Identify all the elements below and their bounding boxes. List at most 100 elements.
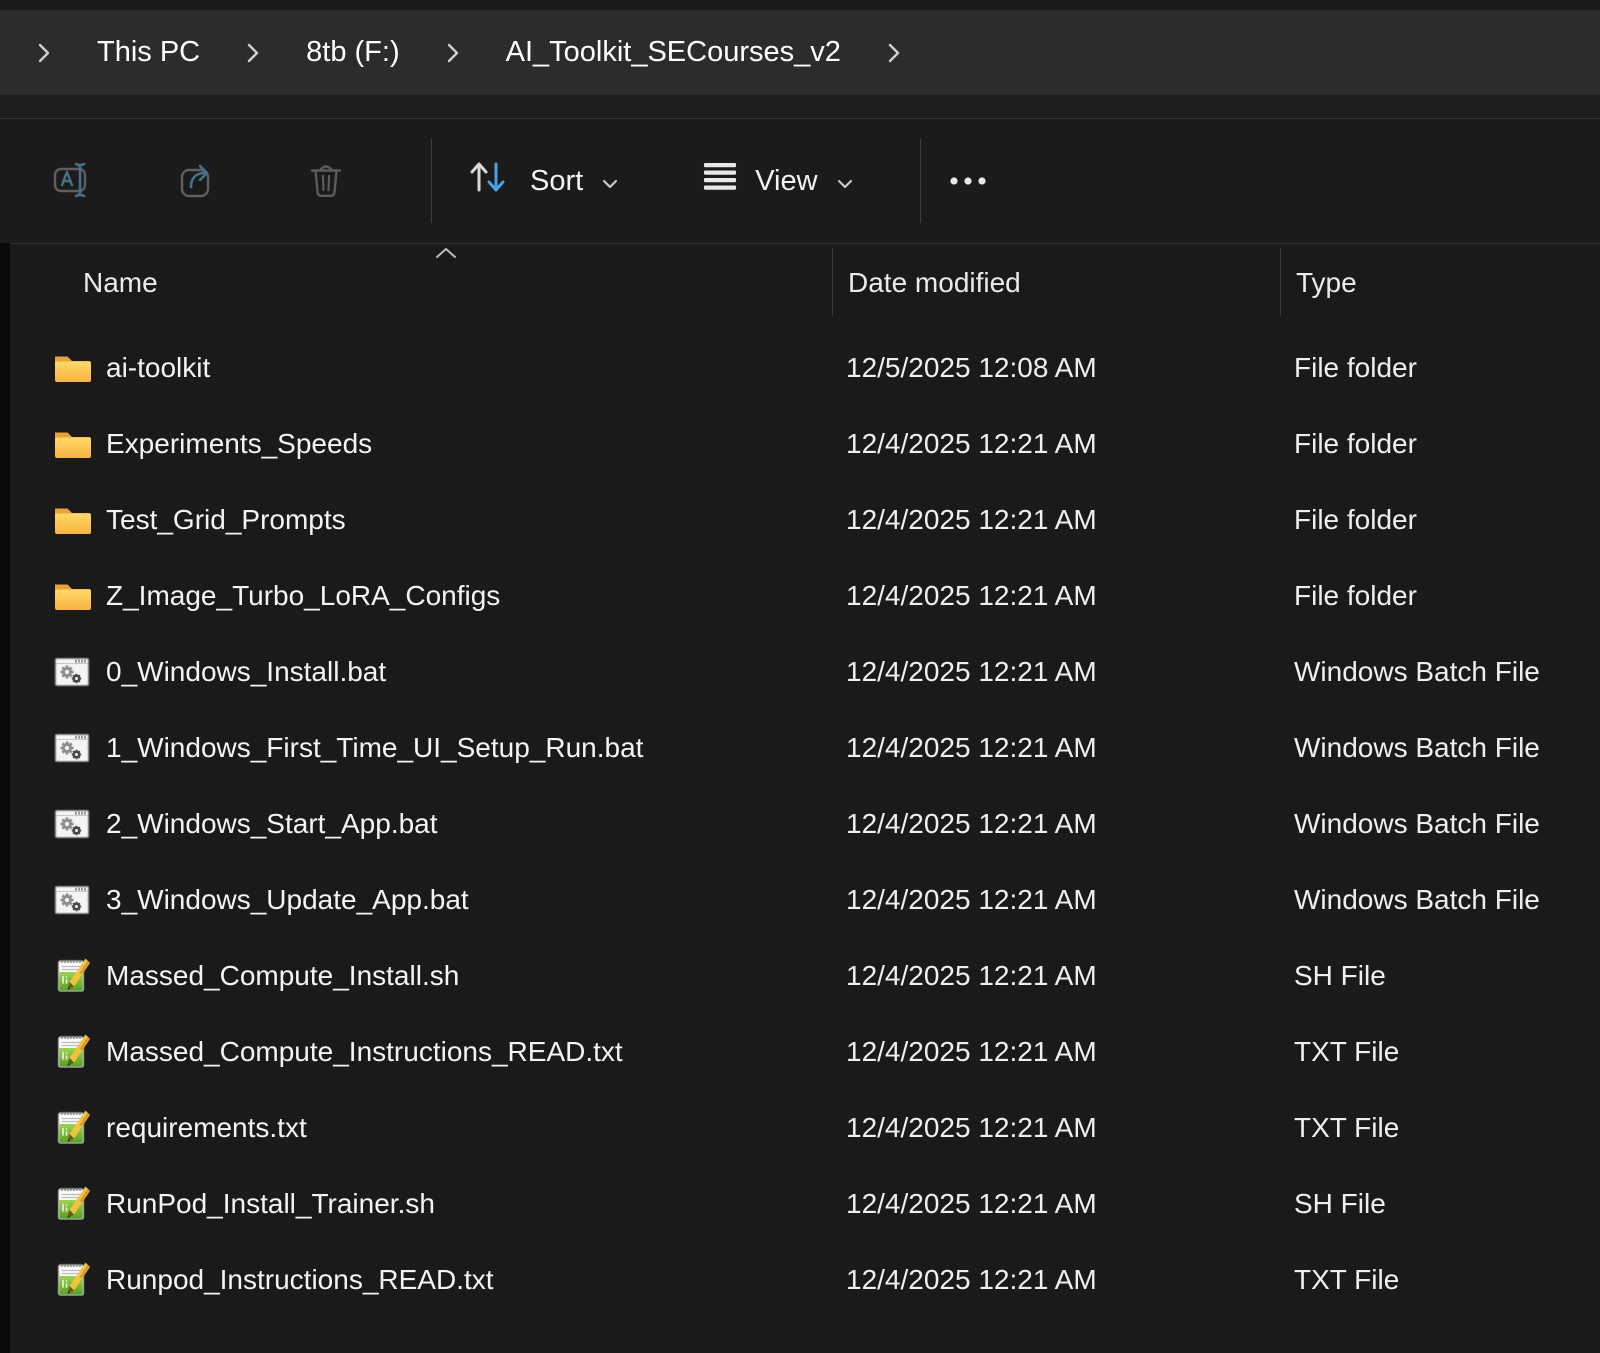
share-icon bbox=[177, 158, 221, 205]
file-row-1[interactable]: ai-toolkit 12/5/2025 12:08 AM File folde… bbox=[10, 330, 1600, 406]
window-top-strip bbox=[0, 0, 1600, 10]
file-date-modified: 12/4/2025 12:21 AM bbox=[846, 884, 1097, 916]
file-date-modified: 12/4/2025 12:21 AM bbox=[846, 1188, 1097, 1220]
file-name: Massed_Compute_Install.sh bbox=[106, 960, 459, 992]
batch-icon bbox=[52, 728, 92, 768]
file-type: File folder bbox=[1294, 352, 1417, 384]
column-header-type[interactable]: Type bbox=[1296, 267, 1357, 299]
chevron-right-icon bbox=[37, 42, 51, 64]
view-list-icon bbox=[703, 161, 737, 201]
file-date-modified: 12/4/2025 12:21 AM bbox=[846, 580, 1097, 612]
file-type: Windows Batch File bbox=[1294, 808, 1540, 840]
sort-button[interactable]: Sort bbox=[464, 156, 619, 206]
file-name: Experiments_Speeds bbox=[106, 428, 372, 460]
share-button[interactable] bbox=[177, 159, 221, 203]
view-button-label: View bbox=[755, 165, 817, 198]
file-type: TXT File bbox=[1294, 1112, 1399, 1144]
notepad-icon bbox=[52, 956, 92, 996]
folder-icon bbox=[52, 500, 92, 540]
file-row-6[interactable]: 1_Windows_First_Time_UI_Setup_Run.bat 12… bbox=[10, 710, 1600, 786]
file-name: 2_Windows_Start_App.bat bbox=[106, 808, 438, 840]
file-type: File folder bbox=[1294, 580, 1417, 612]
notepad-icon bbox=[52, 1184, 92, 1224]
file-row-8[interactable]: 3_Windows_Update_App.bat 12/4/2025 12:21… bbox=[10, 862, 1600, 938]
file-name: ai-toolkit bbox=[106, 352, 210, 384]
file-name: 3_Windows_Update_App.bat bbox=[106, 884, 469, 916]
sort-button-label: Sort bbox=[530, 165, 583, 198]
more-icon bbox=[949, 174, 987, 189]
file-date-modified: 12/4/2025 12:21 AM bbox=[846, 808, 1097, 840]
file-row-11[interactable]: requirements.txt 12/4/2025 12:21 AM TXT … bbox=[10, 1090, 1600, 1166]
file-row-5[interactable]: 0_Windows_Install.bat 12/4/2025 12:21 AM… bbox=[10, 634, 1600, 710]
folder-icon bbox=[52, 348, 92, 388]
more-options-button[interactable] bbox=[949, 174, 987, 189]
file-type: Windows Batch File bbox=[1294, 884, 1540, 916]
file-row-3[interactable]: Test_Grid_Prompts 12/4/2025 12:21 AM Fil… bbox=[10, 482, 1600, 558]
breadcrumb-this-pc[interactable]: This PC bbox=[97, 36, 200, 69]
chevron-right-icon bbox=[887, 42, 901, 64]
file-row-2[interactable]: Experiments_Speeds 12/4/2025 12:21 AM Fi… bbox=[10, 406, 1600, 482]
column-header-date-modified[interactable]: Date modified bbox=[848, 267, 1021, 299]
sort-ascending-indicator bbox=[434, 246, 458, 264]
file-row-13[interactable]: Runpod_Instructions_READ.txt 12/4/2025 1… bbox=[10, 1242, 1600, 1318]
file-date-modified: 12/4/2025 12:21 AM bbox=[846, 504, 1097, 536]
file-explorer-window: This PC 8tb (F:) AI_Toolkit_SECourses_v2 bbox=[0, 0, 1600, 1353]
notepad-icon bbox=[52, 1260, 92, 1300]
file-type: File folder bbox=[1294, 428, 1417, 460]
batch-icon bbox=[52, 880, 92, 920]
file-date-modified: 12/4/2025 12:21 AM bbox=[846, 1036, 1097, 1068]
file-name: requirements.txt bbox=[106, 1112, 307, 1144]
rename-button[interactable] bbox=[50, 159, 94, 203]
folder-icon bbox=[52, 424, 92, 464]
file-type: TXT File bbox=[1294, 1264, 1399, 1296]
file-type: TXT File bbox=[1294, 1036, 1399, 1068]
command-bar: Sort View bbox=[0, 118, 1600, 243]
file-date-modified: 12/4/2025 12:21 AM bbox=[846, 1112, 1097, 1144]
trash-icon bbox=[304, 158, 348, 205]
batch-icon bbox=[52, 804, 92, 844]
column-separator[interactable] bbox=[1280, 248, 1281, 316]
chevron-right-icon bbox=[446, 42, 460, 64]
file-date-modified: 12/4/2025 12:21 AM bbox=[846, 428, 1097, 460]
column-header-name[interactable]: Name bbox=[83, 267, 158, 299]
toolbar-divider bbox=[431, 139, 432, 223]
file-type: File folder bbox=[1294, 504, 1417, 536]
file-list-pane: Name Date modified Type ai-toolkit 12/5/… bbox=[10, 243, 1600, 1353]
file-row-9[interactable]: Massed_Compute_Install.sh 12/4/2025 12:2… bbox=[10, 938, 1600, 1014]
delete-button[interactable] bbox=[304, 159, 348, 203]
file-name: Test_Grid_Prompts bbox=[106, 504, 346, 536]
toolbar-divider bbox=[920, 139, 921, 223]
file-type: Windows Batch File bbox=[1294, 656, 1540, 688]
file-row-10[interactable]: Massed_Compute_Instructions_READ.txt 12/… bbox=[10, 1014, 1600, 1090]
rename-icon bbox=[50, 158, 94, 205]
breadcrumb-current-folder[interactable]: AI_Toolkit_SECourses_v2 bbox=[506, 36, 841, 69]
file-date-modified: 12/4/2025 12:21 AM bbox=[846, 1264, 1097, 1296]
chevron-right-icon bbox=[246, 42, 260, 64]
file-date-modified: 12/4/2025 12:21 AM bbox=[846, 656, 1097, 688]
file-type: SH File bbox=[1294, 1188, 1386, 1220]
file-name: 1_Windows_First_Time_UI_Setup_Run.bat bbox=[106, 732, 643, 764]
file-type: Windows Batch File bbox=[1294, 732, 1540, 764]
notepad-icon bbox=[52, 1032, 92, 1072]
file-row-4[interactable]: Z_Image_Turbo_LoRA_Configs 12/4/2025 12:… bbox=[10, 558, 1600, 634]
view-button[interactable]: View bbox=[703, 161, 853, 201]
file-rows: ai-toolkit 12/5/2025 12:08 AM File folde… bbox=[10, 322, 1600, 1318]
file-type: SH File bbox=[1294, 960, 1386, 992]
file-name: Massed_Compute_Instructions_READ.txt bbox=[106, 1036, 623, 1068]
file-date-modified: 12/4/2025 12:21 AM bbox=[846, 960, 1097, 992]
column-separator[interactable] bbox=[832, 248, 833, 316]
file-row-12[interactable]: RunPod_Install_Trainer.sh 12/4/2025 12:2… bbox=[10, 1166, 1600, 1242]
toolbar-gap bbox=[0, 95, 1600, 118]
file-name: Runpod_Instructions_READ.txt bbox=[106, 1264, 494, 1296]
notepad-icon bbox=[52, 1108, 92, 1148]
breadcrumb-drive[interactable]: 8tb (F:) bbox=[306, 36, 399, 69]
chevron-down-icon bbox=[601, 165, 619, 198]
file-row-7[interactable]: 2_Windows_Start_App.bat 12/4/2025 12:21 … bbox=[10, 786, 1600, 862]
column-headers: Name Date modified Type bbox=[10, 244, 1600, 322]
file-date-modified: 12/4/2025 12:21 AM bbox=[846, 732, 1097, 764]
file-name: RunPod_Install_Trainer.sh bbox=[106, 1188, 435, 1220]
batch-icon bbox=[52, 652, 92, 692]
file-date-modified: 12/5/2025 12:08 AM bbox=[846, 352, 1097, 384]
file-name: Z_Image_Turbo_LoRA_Configs bbox=[106, 580, 500, 612]
file-name: 0_Windows_Install.bat bbox=[106, 656, 386, 688]
